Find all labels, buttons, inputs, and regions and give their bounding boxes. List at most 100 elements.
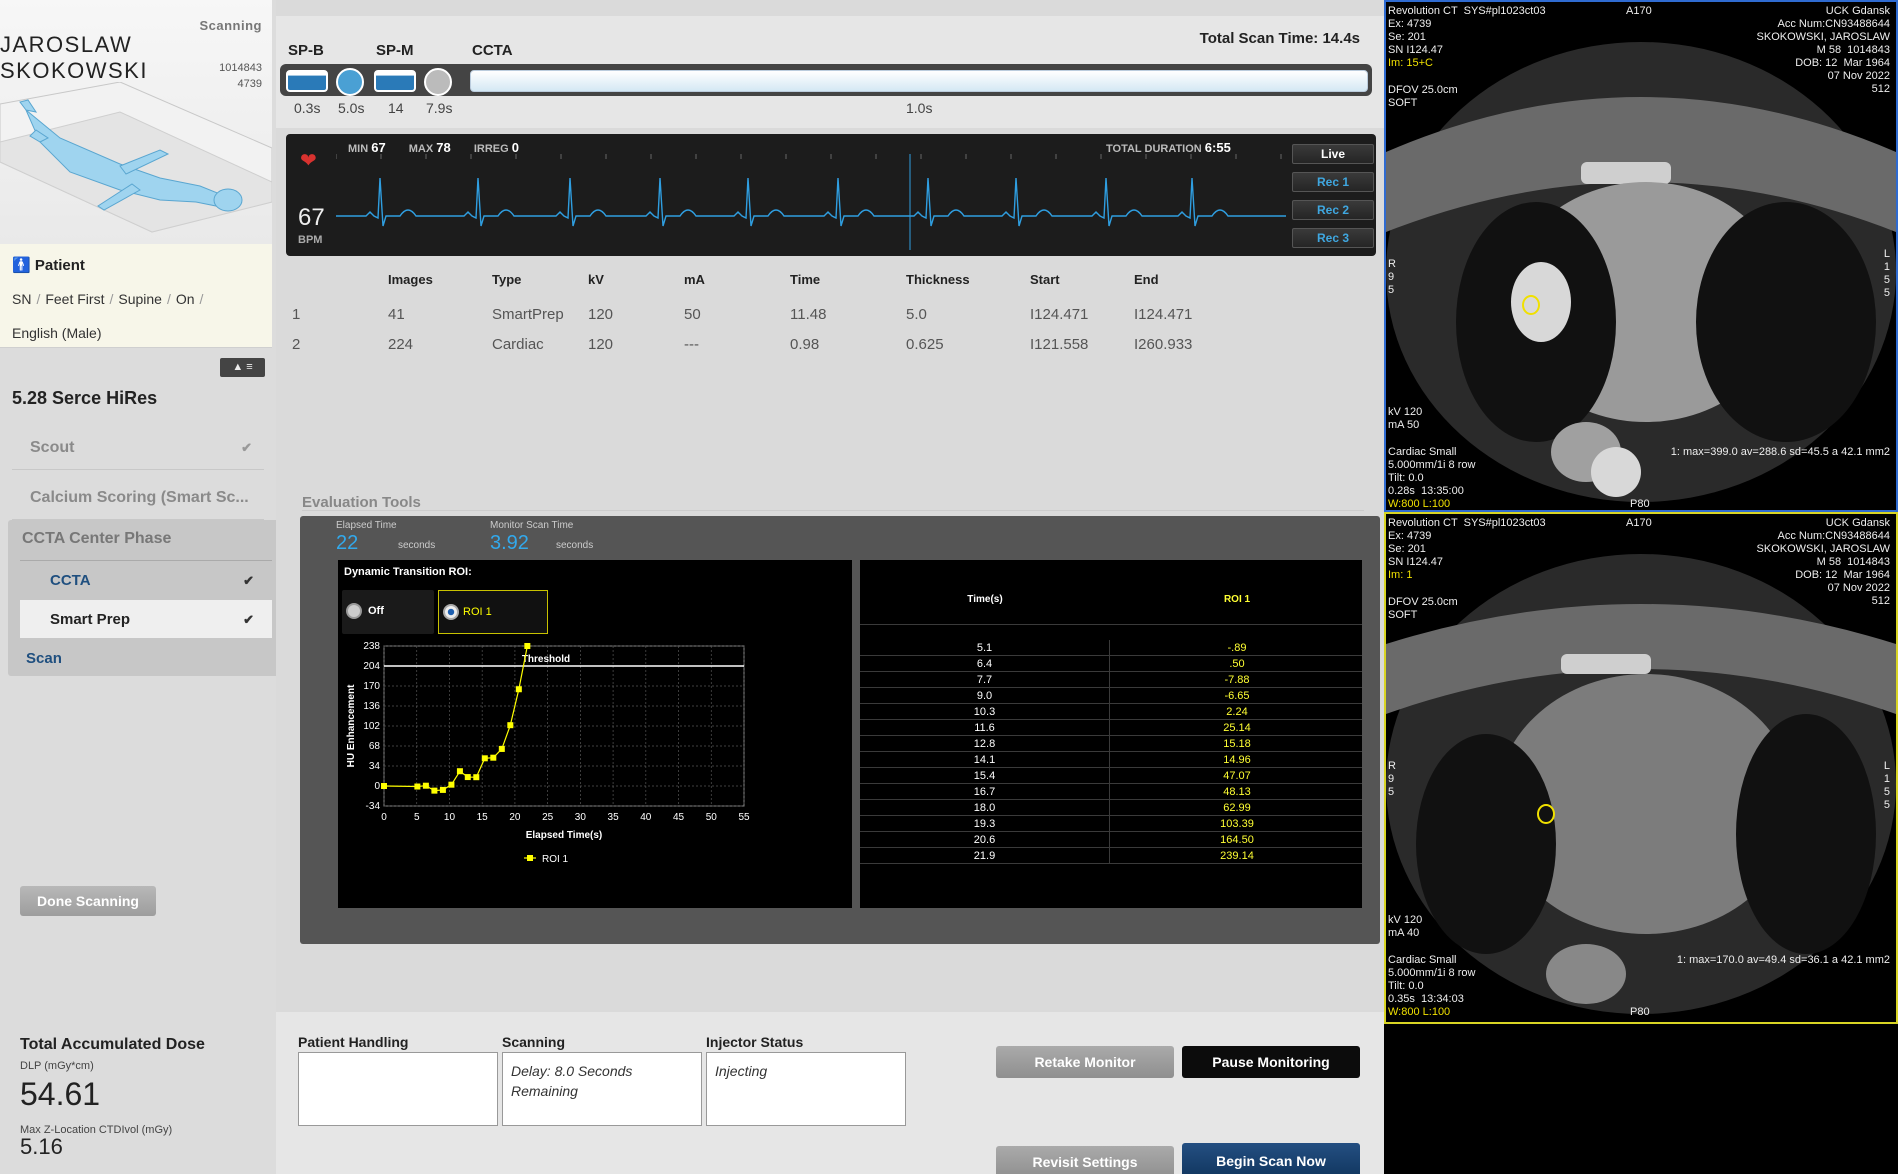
ecg-rec3-button[interactable]: Rec 3 <box>1292 228 1374 248</box>
series-item-smart-prep[interactable]: Smart Prep ✔ <box>20 600 272 638</box>
roi-off-option[interactable]: Off <box>342 590 434 634</box>
scanning-status-title: Scanning <box>502 1034 566 1050</box>
viewport-window-level: W:800 L:100 <box>1388 1006 1451 1018</box>
x-tick-label: 15 <box>477 812 489 823</box>
heart-rate-unit: BPM <box>298 234 323 246</box>
scanning-status-label: Scanning <box>199 18 262 33</box>
ccta-segment[interactable] <box>470 70 1368 92</box>
time-label: 0.3s <box>294 100 321 116</box>
y-tick-label: -34 <box>366 801 381 812</box>
stage-label-sp-b: SP-B <box>288 42 324 59</box>
irreg-value: 0 <box>511 140 519 155</box>
x-tick-label: 20 <box>509 812 521 823</box>
retake-monitor-button[interactable]: Retake Monitor <box>996 1046 1174 1078</box>
viewport-recon-info: Cardiac Small 5.000mm/1i 8 row Tilt: 0.0… <box>1388 954 1476 1005</box>
sp-b-delay-marker[interactable] <box>336 68 364 96</box>
x-tick-label: 10 <box>444 812 456 823</box>
data-point <box>515 686 522 693</box>
patient-language: English (Male) <box>12 325 102 341</box>
patient-handling-box <box>298 1052 498 1126</box>
check-icon: ✔ <box>241 440 252 455</box>
ecg-live-button[interactable]: Live <box>1292 144 1374 164</box>
divider <box>860 624 1362 625</box>
sp-m-delay-marker[interactable] <box>424 68 452 96</box>
sp-b-segment[interactable] <box>286 70 328 92</box>
time-label: 14 <box>388 100 404 116</box>
data-point <box>498 745 505 752</box>
roi-data-row: 11.6 25.14 <box>860 720 1362 736</box>
roi-value-cell: 2.24 <box>1226 706 1248 718</box>
ct-viewport-upper[interactable]: Revolution CT SYS#pl1023ct03 Ex: 4739 Se… <box>1384 0 1898 512</box>
time-column-header: Time(s) <box>967 594 1003 605</box>
series-table-cell: --- <box>684 336 699 353</box>
viewport-info-top-center: A170 <box>1626 517 1652 529</box>
ct-viewport-lower[interactable]: Revolution CT SYS#pl1023ct03 Ex: 4739 Se… <box>1384 512 1898 1024</box>
center-panel: Total Scan Time: 14.4s SP-B SP-M CCTA 0.… <box>276 0 1384 1174</box>
elapsed-time-unit: seconds <box>398 540 436 551</box>
ecg-rec1-button[interactable]: Rec 1 <box>1292 172 1374 192</box>
protocol-item-label: Scout <box>30 439 75 456</box>
x-tick-label: 5 <box>414 812 420 823</box>
image-viewer: Revolution CT SYS#pl1023ct03 Ex: 4739 Se… <box>1384 0 1898 1174</box>
sp-m-segment[interactable] <box>374 70 416 92</box>
time-label: 1.0s <box>906 100 933 116</box>
roi-time-cell: 20.6 <box>860 832 1110 848</box>
scan-link[interactable]: Scan <box>26 650 62 667</box>
hu-enhancement-chart: 0 5 10 15 20 25 30 35 40 45 50 55-34034681021361702… <box>346 641 750 865</box>
series-table-cell: 41 <box>388 306 405 323</box>
done-scanning-button[interactable]: Done Scanning <box>20 886 156 916</box>
scanning-status-box: Delay: 8.0 Seconds Remaining <box>502 1052 702 1126</box>
protocol-item-scout[interactable]: Scout ✔ <box>12 424 264 470</box>
dlp-value: 54.61 <box>20 1076 101 1112</box>
column-header: mA <box>684 272 705 287</box>
column-header: kV <box>588 272 604 287</box>
series-group-title[interactable]: CCTA Center Phase <box>22 530 171 548</box>
roi-chart-box: Dynamic Transition ROI: Off ROI 1 0 5 10 15… <box>338 560 852 908</box>
series-row-index: 2 <box>292 336 301 353</box>
patient-details: SN / Feet First / Supine / On / English (Male) <box>12 291 204 341</box>
ecg-rec2-button[interactable]: Rec 2 <box>1292 200 1374 220</box>
roi-value-cell: 164.50 <box>1220 834 1254 846</box>
roi-1-option[interactable]: ROI 1 <box>438 590 548 634</box>
pause-monitoring-button[interactable]: Pause Monitoring <box>1182 1046 1360 1078</box>
series-table-cell: I121.558 <box>1030 336 1089 353</box>
roi-time-cell: 10.3 <box>860 704 1110 720</box>
y-tick-label: 68 <box>369 741 381 752</box>
x-axis-label: Elapsed Time(s) <box>526 830 603 841</box>
dose-title: Total Accumulated Dose <box>20 1036 205 1053</box>
data-point <box>439 786 446 793</box>
ecg-panel: ❤ 67 BPM MIN 67 MAX 78 IRREG 0 TOTAL DUR… <box>286 134 1376 256</box>
protocol-item-calcium-scoring[interactable]: Calcium Scoring (Smart Sc... <box>12 474 264 520</box>
viewport-info-top-right: UCK Gdansk Acc Num:CN93488644 SKOKOWSKI,… <box>1756 5 1890 95</box>
stage-label-sp-m: SP-M <box>376 42 414 59</box>
viewport-orientation-left: R 9 5 <box>1388 258 1396 296</box>
time-label: 5.0s <box>338 100 365 116</box>
viewport-orientation-right: L 1 5 5 <box>1883 248 1890 299</box>
series-table-cell: 0.625 <box>906 336 944 353</box>
roi-data-row: 18.0 62.99 <box>860 800 1362 816</box>
begin-scan-now-button[interactable]: Begin Scan Now <box>1182 1143 1360 1174</box>
viewport-info-top-right: UCK Gdansk Acc Num:CN93488644 SKOKOWSKI,… <box>1756 517 1890 607</box>
ecg-trace <box>336 154 1286 250</box>
roi-time-cell: 15.4 <box>860 768 1110 784</box>
revisit-settings-button[interactable]: Revisit Settings <box>996 1146 1174 1174</box>
check-icon: ✔ <box>243 573 254 588</box>
x-tick-label: 0 <box>381 812 387 823</box>
min-value: 67 <box>371 140 386 155</box>
roi-time-cell: 12.8 <box>860 736 1110 752</box>
viewport-roi-stats: 1: max=170.0 av=49.4 sd=36.1 a 42.1 mm2 <box>1676 954 1890 966</box>
data-point <box>456 768 463 775</box>
injector-status-label: Injector Status <box>706 1034 804 1050</box>
roi-value-cell: 103.39 <box>1220 818 1254 830</box>
roi-value-cell: 25.14 <box>1223 722 1251 734</box>
series-table-cell: 11.48 <box>790 306 827 323</box>
roi-data-row: 19.3 103.39 <box>860 816 1362 832</box>
collapse-protocol-button[interactable]: ▲ ≡ <box>220 358 265 377</box>
series-item-ccta[interactable]: CCTA ✔ <box>20 560 272 598</box>
data-point <box>464 774 471 781</box>
series-table-cell: 120 <box>588 336 614 353</box>
roi-data-row: 9.0 -6.65 <box>860 688 1362 704</box>
column-header: End <box>1134 272 1159 287</box>
left-panel: Scanning JAROSLAW SKOKOWSKI 1014843 4739… <box>0 0 280 1174</box>
series-table-cell: 224 <box>388 336 414 353</box>
